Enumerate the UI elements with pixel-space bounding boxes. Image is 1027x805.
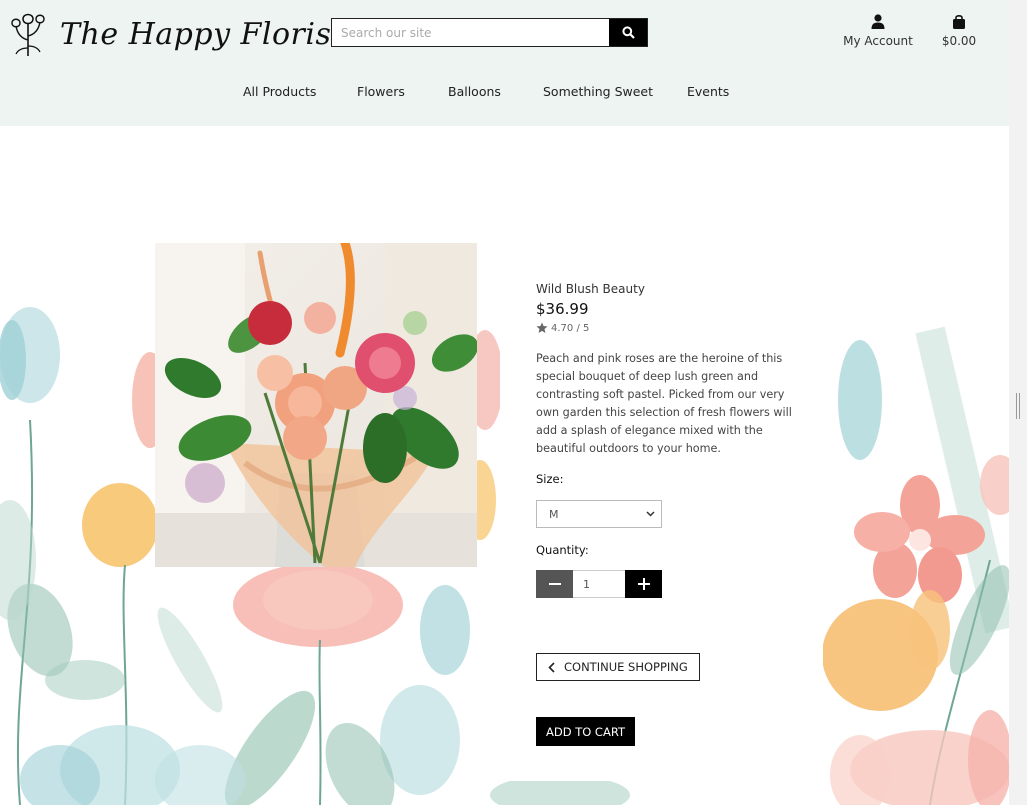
increase-quantity-button[interactable] <box>625 570 662 598</box>
continue-shopping-label: CONTINUE SHOPPING <box>564 660 688 674</box>
main-nav: All Products Flowers Balloons Something … <box>0 84 1009 100</box>
shopping-bag-icon <box>953 14 965 29</box>
logo[interactable]: The Happy Florist <box>10 10 344 58</box>
search-button[interactable] <box>609 19 647 46</box>
search-bar <box>331 18 648 47</box>
scrollbar-grip[interactable] <box>1016 393 1020 419</box>
chevron-down-icon <box>646 511 655 517</box>
plus-icon <box>637 578 650 590</box>
search-input[interactable] <box>332 19 609 46</box>
my-account-label: My Account <box>843 34 913 48</box>
star-icon <box>536 322 548 333</box>
nav-item-events[interactable]: Events <box>687 84 729 99</box>
chevron-left-icon <box>548 661 555 673</box>
add-to-cart-button[interactable]: ADD TO CART <box>536 717 635 746</box>
quantity-stepper <box>536 570 662 598</box>
rating-value: 4.70 / 5 <box>551 322 590 334</box>
size-label: Size: <box>536 472 564 486</box>
cart-link[interactable]: $0.00 <box>938 14 980 48</box>
site-header: The Happy Florist My Account $ <box>0 0 1009 126</box>
nav-item-balloons[interactable]: Balloons <box>448 84 501 99</box>
nav-item-something-sweet[interactable]: Something Sweet <box>543 84 653 99</box>
add-to-cart-label: ADD TO CART <box>545 724 626 739</box>
my-account-link[interactable]: My Account <box>840 14 916 48</box>
decrease-quantity-button[interactable] <box>536 570 573 598</box>
logo-text: The Happy Florist <box>60 16 344 52</box>
bouquet-image <box>155 243 477 567</box>
search-icon <box>621 26 635 39</box>
minus-icon <box>548 583 561 585</box>
quantity-label: Quantity: <box>536 543 589 557</box>
product-description: Peach and pink roses are the heroine of … <box>536 352 792 455</box>
continue-shopping-button[interactable]: CONTINUE SHOPPING <box>536 653 700 681</box>
product-price: $36.99 <box>536 300 589 318</box>
product-rating: 4.70 / 5 <box>536 322 589 334</box>
size-select[interactable]: M <box>536 500 662 528</box>
flower-logo-icon <box>11 13 45 56</box>
size-selected-value: M <box>549 507 559 521</box>
nav-item-flowers[interactable]: Flowers <box>357 84 405 99</box>
page: The Happy Florist My Account $ <box>0 0 1027 805</box>
cart-total: $0.00 <box>941 34 977 48</box>
quantity-input[interactable] <box>573 570 625 598</box>
user-icon <box>871 14 885 29</box>
product-title: Wild Blush Beauty <box>536 282 645 296</box>
nav-item-all-products[interactable]: All Products <box>243 84 316 99</box>
product-image <box>155 243 477 567</box>
